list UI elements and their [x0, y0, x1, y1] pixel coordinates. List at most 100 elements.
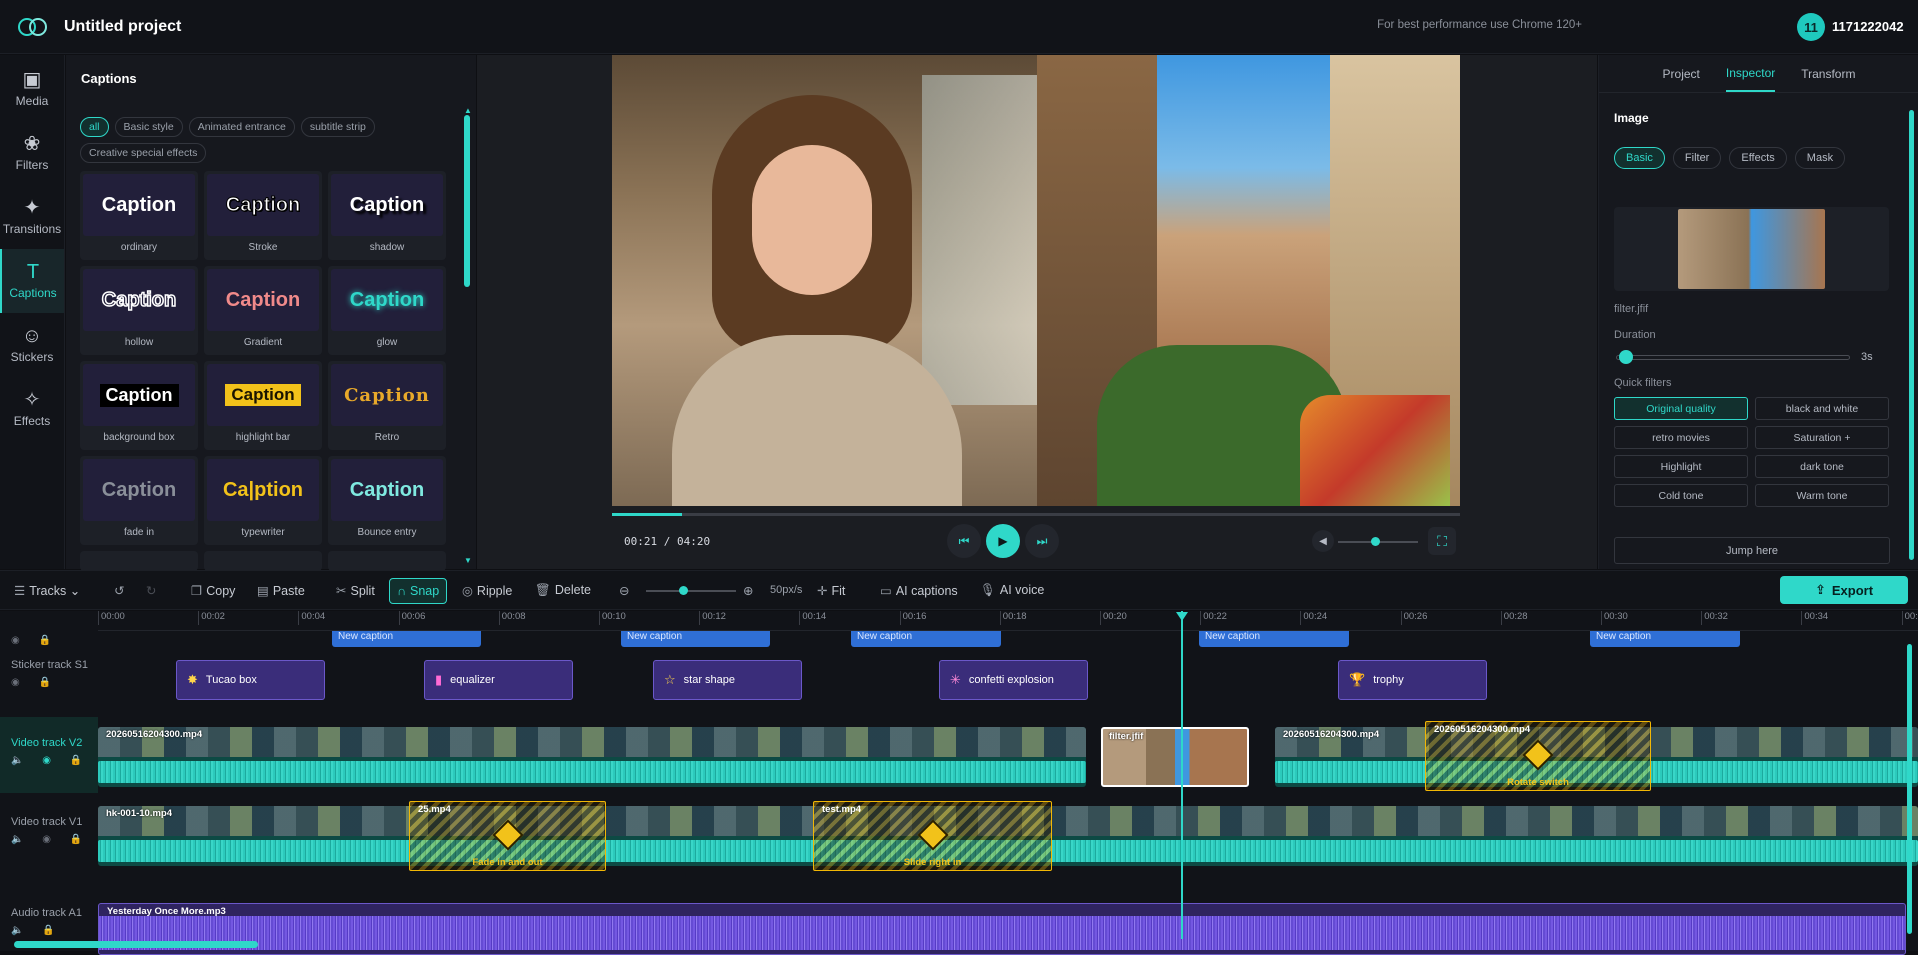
nav-media[interactable]: ▣ Media: [0, 57, 64, 121]
playhead[interactable]: [1181, 611, 1183, 939]
project-title[interactable]: Untitled project: [64, 18, 181, 36]
zoom-in-button[interactable]: ⊕: [743, 583, 757, 598]
snap-toggle[interactable]: ∩ Snap: [389, 578, 448, 604]
subtab-filter[interactable]: Filter: [1672, 147, 1722, 169]
track-controls[interactable]: 🔈 🔒: [11, 925, 98, 936]
nav-stickers[interactable]: ☺ Stickers: [0, 313, 64, 377]
caption-style-card[interactable]: Caption glow: [328, 266, 446, 355]
caption-style-card[interactable]: Caption Retro: [328, 361, 446, 450]
chip-animated-entrance[interactable]: Animated entrance: [188, 117, 295, 137]
caption-clip[interactable]: New caption: [1590, 631, 1740, 647]
ripple-toggle[interactable]: ◎ Ripple: [462, 583, 512, 598]
copy-button[interactable]: ❐ Copy: [191, 583, 235, 598]
ai-captions-button[interactable]: ▭ AI captions: [880, 583, 958, 598]
zoom-knob[interactable]: [679, 586, 688, 595]
tab-transform[interactable]: Transform: [1801, 57, 1855, 91]
caption-clip[interactable]: New caption: [332, 631, 481, 647]
sticker-clip[interactable]: 🏆 trophy: [1338, 660, 1487, 700]
export-button[interactable]: ⇪ Export: [1780, 576, 1908, 604]
track-controls[interactable]: 🔈 ◉ 🔒: [11, 755, 98, 766]
tab-inspector[interactable]: Inspector: [1725, 56, 1776, 92]
caption-style-card[interactable]: [328, 551, 446, 571]
video-clip[interactable]: 20260516204300.mp4: [98, 727, 1086, 787]
subtab-effects[interactable]: Effects: [1729, 147, 1787, 169]
nav-filters[interactable]: ❀ Filters: [0, 121, 64, 185]
paste-button[interactable]: ▤ Paste: [257, 583, 305, 598]
redo-button[interactable]: ↻: [146, 583, 160, 598]
transition-marker[interactable]: test.mp4 Slide right in: [813, 801, 1052, 871]
tab-project[interactable]: Project: [1663, 57, 1700, 91]
quick-filter-button[interactable]: retro movies: [1614, 426, 1748, 449]
playback-progress[interactable]: [612, 513, 1460, 516]
caption-style-card[interactable]: [204, 551, 322, 571]
fit-button[interactable]: ✛ Fit: [817, 583, 845, 598]
timeline-vertical-scrollbar[interactable]: [1907, 644, 1912, 934]
nav-transitions[interactable]: ✦ Transitions: [0, 185, 64, 249]
delete-button[interactable]: 🗑 Delete: [535, 583, 591, 598]
timeline-horizontal-scrollbar[interactable]: [14, 941, 258, 948]
tracks-menu-button[interactable]: ☰ Tracks ⌄: [14, 583, 80, 598]
caption-clip[interactable]: New caption: [851, 631, 1001, 647]
caption-clip[interactable]: New caption: [621, 631, 770, 647]
caption-style-card[interactable]: Caption hollow: [80, 266, 198, 355]
volume-button[interactable]: ◀: [1312, 530, 1334, 552]
track-controls[interactable]: ◉ 🔒: [11, 635, 98, 646]
caption-style-card[interactable]: Caption shadow: [328, 171, 446, 260]
caption-style-card[interactable]: Caption Gradient: [204, 266, 322, 355]
sticker-clip[interactable]: ✳ confetti explosion: [939, 660, 1088, 700]
caption-clip[interactable]: New caption: [1199, 631, 1349, 647]
panel-scrollbar[interactable]: [464, 115, 470, 287]
chip-subtitle-strip[interactable]: subtitle strip: [300, 117, 375, 137]
caption-style-card[interactable]: Caption highlight bar: [204, 361, 322, 450]
fullscreen-button[interactable]: ⛶: [1428, 527, 1456, 555]
quick-filter-button[interactable]: black and white: [1755, 397, 1889, 420]
chip-basic-style[interactable]: Basic style: [114, 117, 183, 137]
track-controls[interactable]: 🔈 ◉ 🔒: [11, 834, 98, 845]
subtab-basic[interactable]: Basic: [1614, 147, 1665, 169]
user-avatar[interactable]: 11: [1797, 13, 1825, 41]
duration-slider[interactable]: [1616, 355, 1850, 360]
nav-effects[interactable]: ✧ Effects: [0, 377, 64, 441]
quick-filter-button[interactable]: Cold tone: [1614, 484, 1748, 507]
caption-style-card[interactable]: Caption Bounce entry: [328, 456, 446, 545]
transition-marker[interactable]: 20260516204300.mp4 Rotate switch: [1425, 721, 1651, 791]
zoom-slider[interactable]: [646, 590, 736, 592]
caption-style-card[interactable]: [80, 551, 198, 571]
undo-button[interactable]: ↺: [114, 583, 128, 598]
jump-here-button[interactable]: Jump here: [1614, 537, 1890, 564]
quick-filter-button[interactable]: Warm tone: [1755, 484, 1889, 507]
caption-style-card[interactable]: Caption background box: [80, 361, 198, 450]
sticker-clip[interactable]: ▮ equalizer: [424, 660, 573, 700]
chip-creative-effects[interactable]: Creative special effects: [80, 143, 207, 163]
quick-filter-button[interactable]: dark tone: [1755, 455, 1889, 478]
nav-captions[interactable]: T Captions: [0, 249, 64, 313]
image-clip[interactable]: filter.jfif: [1101, 727, 1249, 787]
caption-style-card[interactable]: Caption fade in: [80, 456, 198, 545]
caption-style-card[interactable]: Ca|ption typewriter: [204, 456, 322, 545]
transition-marker[interactable]: 25.mp4 Fade in and out: [409, 801, 606, 871]
chip-all[interactable]: all: [80, 117, 109, 137]
subtab-mask[interactable]: Mask: [1794, 147, 1846, 169]
audio-clip[interactable]: Yesterday Once More.mp3: [98, 903, 1906, 955]
sticker-clip[interactable]: ✸ Tucao box: [176, 660, 325, 700]
play-button[interactable]: ▶: [986, 524, 1020, 558]
track-controls[interactable]: ◉ 🔒: [11, 677, 98, 688]
split-button[interactable]: ✂ Split: [336, 583, 375, 598]
inspector-scrollbar[interactable]: [1909, 110, 1914, 560]
time-ruler[interactable]: 00:00 00:02 00:04 00:06 00:08 00:10 00:12 00:14…: [98, 611, 1918, 631]
quick-filter-button[interactable]: Saturation +: [1755, 426, 1889, 449]
skip-back-button[interactable]: ⏮: [947, 524, 981, 558]
ai-voice-button[interactable]: 🎙 AI voice: [980, 583, 1044, 598]
quick-filter-button[interactable]: Highlight: [1614, 455, 1748, 478]
user-id[interactable]: 1171222042: [1832, 19, 1904, 34]
scroll-up-icon[interactable]: ▲: [464, 106, 472, 115]
scroll-down-icon[interactable]: ▼: [464, 556, 472, 565]
preview-frame[interactable]: [612, 55, 1460, 506]
quick-filter-button[interactable]: Original quality: [1614, 397, 1748, 420]
zoom-out-button[interactable]: ⊖: [619, 583, 633, 598]
duration-knob[interactable]: [1619, 350, 1633, 364]
skip-forward-button[interactable]: ⏭: [1025, 524, 1059, 558]
video-track-v2-label[interactable]: Video track V2 🔈 ◉ 🔒: [0, 717, 98, 793]
sticker-clip[interactable]: ☆ star shape: [653, 660, 802, 700]
caption-style-card[interactable]: Caption ordinary: [80, 171, 198, 260]
